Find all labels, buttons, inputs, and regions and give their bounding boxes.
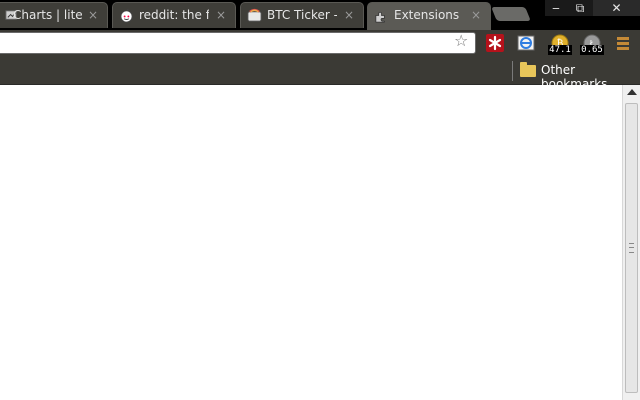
lastpass-icon[interactable] [486, 34, 504, 52]
tab-charts-litecoin[interactable]: Charts | litecoin × [0, 2, 108, 28]
minimize-icon: ‒ [552, 1, 560, 15]
close-tab-icon[interactable]: × [344, 9, 354, 22]
btc-price-badge: 47.1 [548, 45, 572, 55]
web-store-icon [247, 8, 262, 22]
tab-extensions[interactable]: Extensions × [367, 2, 491, 30]
tab-reddit[interactable]: reddit: the front page × [112, 2, 236, 28]
close-tab-icon[interactable]: × [216, 9, 226, 22]
chrome-menu-icon[interactable] [616, 34, 630, 52]
ltc-price-badge: 0.65 [580, 45, 604, 55]
asterisk-icon [488, 35, 502, 51]
vertical-scrollbar[interactable] [622, 85, 640, 400]
reddit-icon [120, 8, 133, 23]
bookmarks-bar: Other bookmarks [0, 58, 640, 91]
menu-lines-icon [617, 37, 629, 50]
window-close-button[interactable]: ✕ [593, 0, 640, 16]
tab-title: Charts | litecoin [13, 8, 83, 22]
page-content [0, 85, 622, 400]
ie-icon [517, 35, 535, 51]
btc-ticker-icon[interactable]: ₿ 47.1 [548, 34, 572, 55]
scrollbar-thumb[interactable] [625, 103, 638, 393]
bookmark-star-icon[interactable]: ☆ [454, 33, 468, 49]
window-close-icon: ✕ [611, 1, 622, 15]
tab-title: BTC Ticker - Chrome Web Store [267, 8, 337, 22]
omnibox[interactable] [0, 32, 476, 54]
folder-icon[interactable] [520, 62, 536, 77]
new-tab-button[interactable] [491, 7, 531, 21]
ltc-ticker-icon[interactable]: Ł 0.65 [580, 34, 604, 55]
scroll-up-arrow-icon[interactable] [627, 89, 637, 95]
close-tab-icon[interactable]: × [88, 9, 98, 22]
restore-icon: ⧉ [575, 1, 585, 15]
tab-btc-ticker[interactable]: BTC Ticker - Chrome Web Store × [240, 2, 364, 28]
puzzle-icon [375, 11, 385, 23]
restore-button[interactable]: ⧉ [567, 0, 593, 16]
tab-title: reddit: the front page [139, 8, 209, 22]
tab-title: Extensions [394, 8, 460, 22]
ie-tab-icon[interactable] [517, 34, 535, 52]
scrollbar-grip-icon [629, 243, 634, 253]
close-tab-icon[interactable]: × [471, 9, 481, 22]
bookmarks-separator [512, 61, 513, 81]
toolbar: ☆ ₿ 47.1 Ł 0.65 [0, 30, 640, 58]
tab-strip: Charts | litecoin × reddit: the front pa… [0, 0, 640, 30]
minimize-button[interactable]: ‒ [545, 0, 567, 16]
